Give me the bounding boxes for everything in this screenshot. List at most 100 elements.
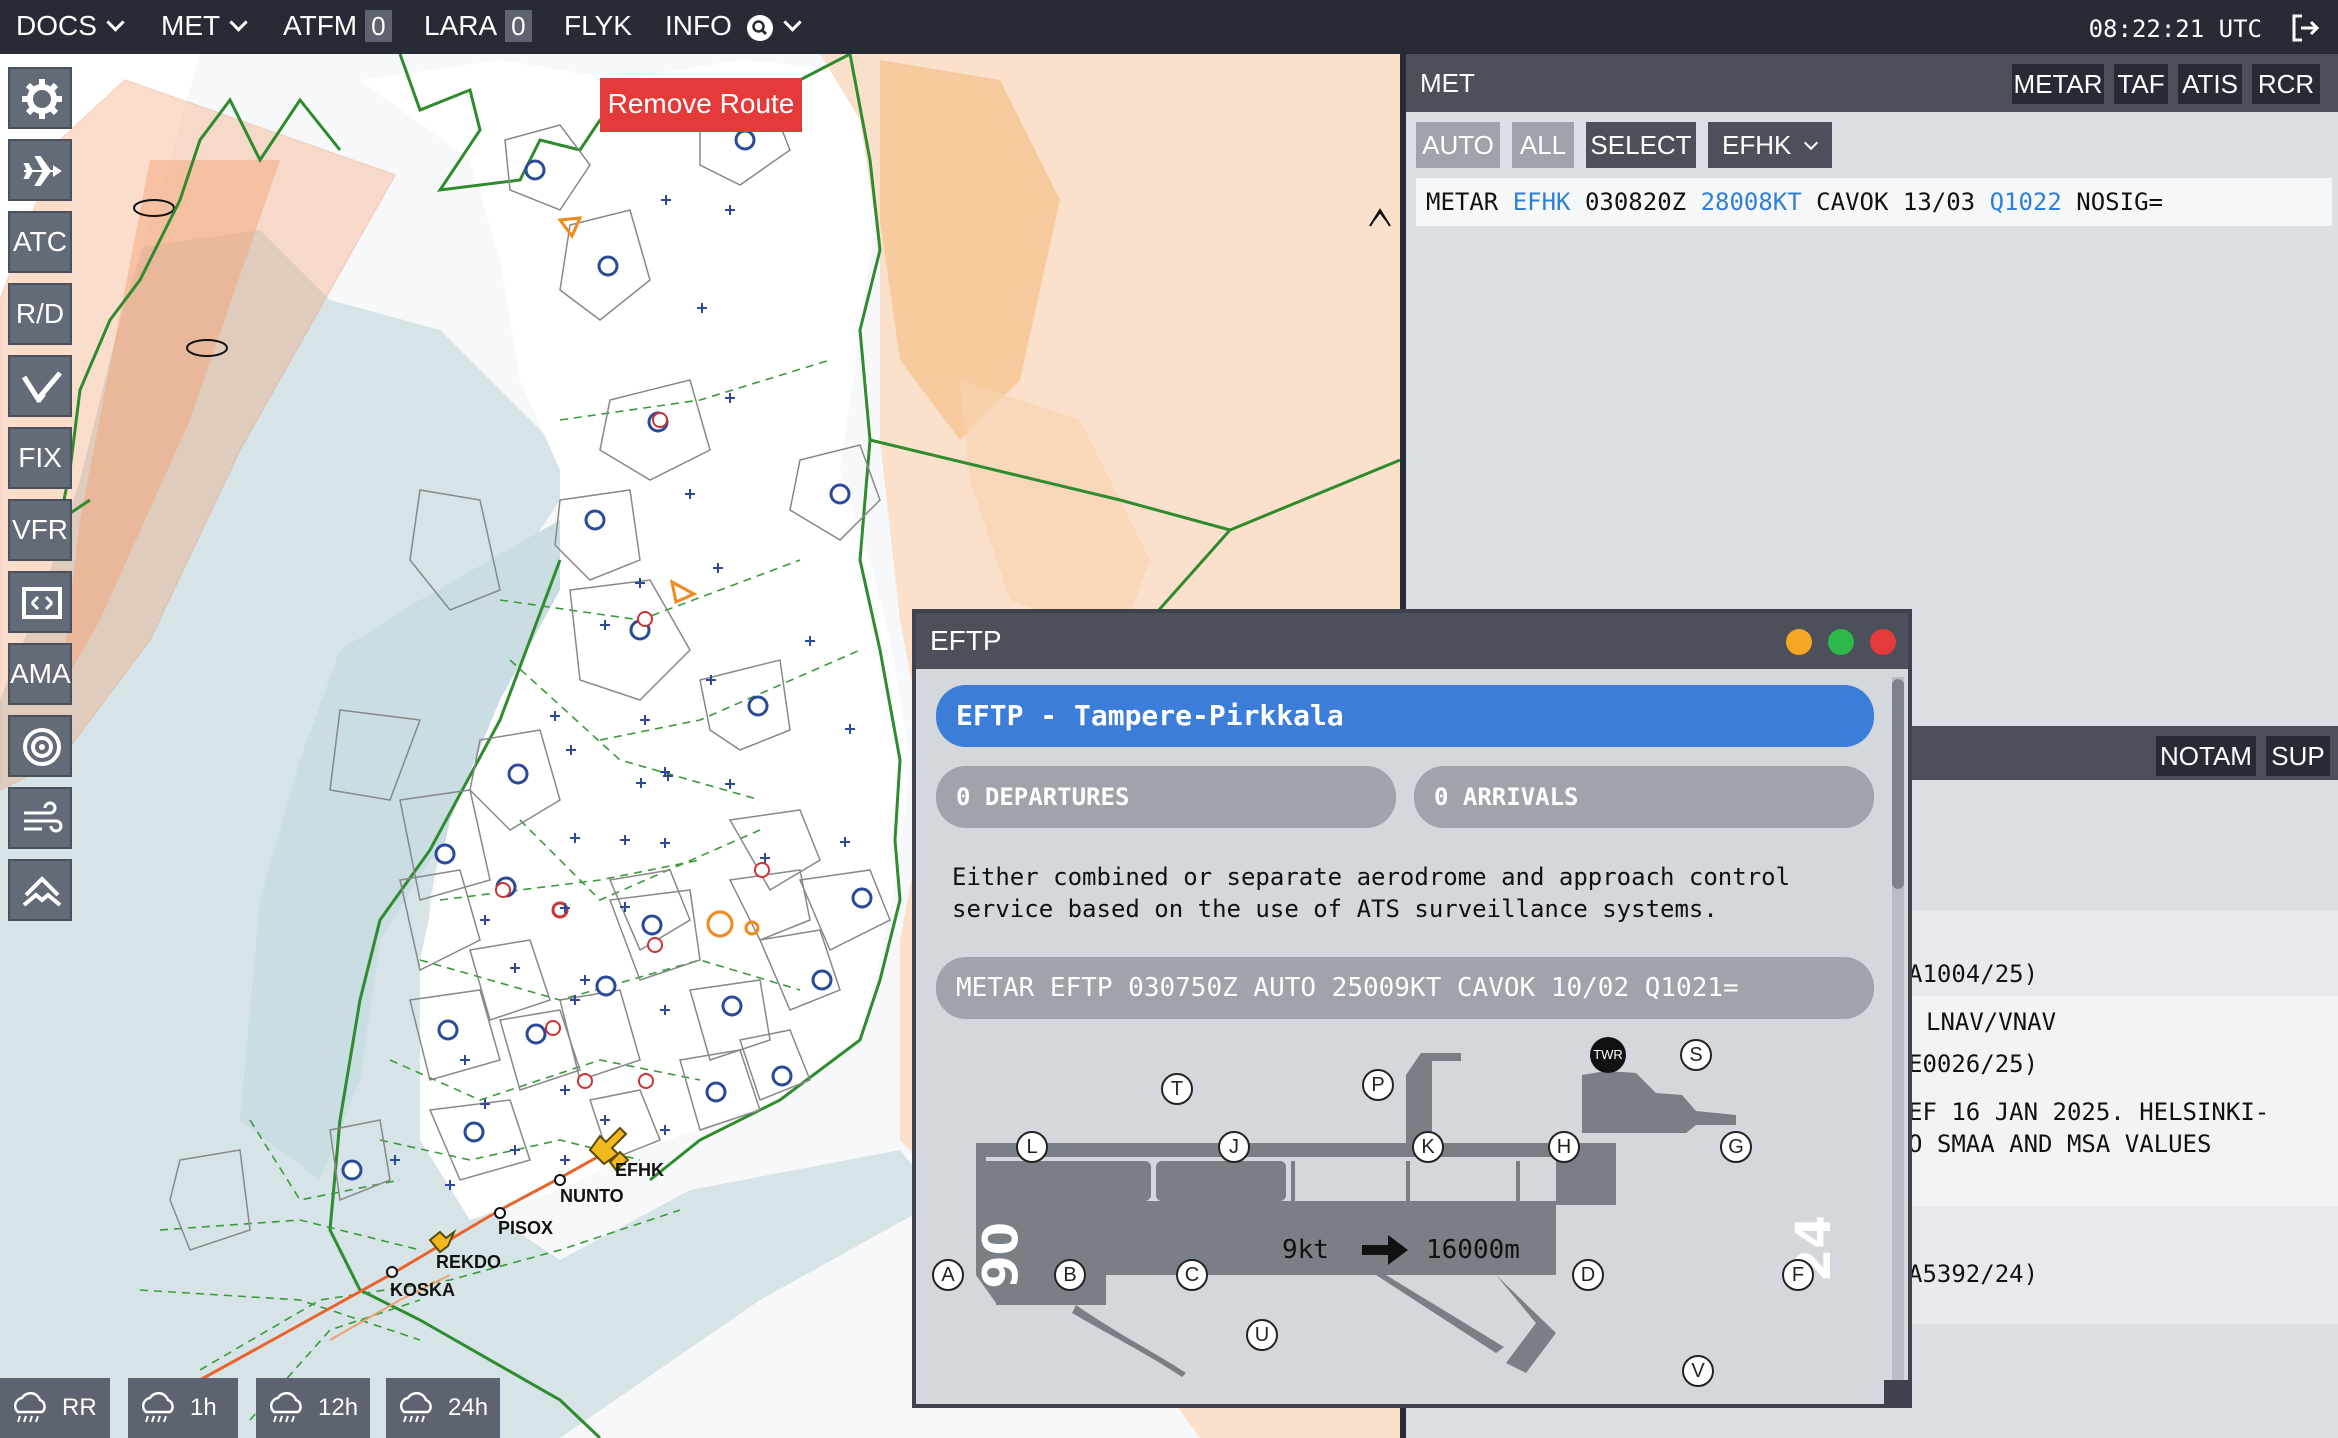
station-select[interactable]: EFHK xyxy=(1708,122,1832,168)
arrivals-button[interactable]: 0 ARRIVALS xyxy=(1414,766,1874,828)
taxiway-label: C xyxy=(1176,1259,1208,1291)
notam-ref: A1004/25) xyxy=(1908,960,2039,988)
metar-qnh: Q1022 xyxy=(1989,188,2062,216)
taxiway-label: F xyxy=(1782,1259,1814,1291)
chevron-down-icon xyxy=(1803,135,1819,151)
lara-count-badge: 0 xyxy=(505,10,532,42)
maximize-icon[interactable] xyxy=(1828,629,1854,655)
chevron-down-icon xyxy=(782,13,802,32)
tool-settings[interactable] xyxy=(8,67,72,129)
tab-taf[interactable]: TAF xyxy=(2114,64,2168,104)
popup-resize-handle[interactable] xyxy=(1884,1380,1908,1404)
popup-scrollbar-thumb[interactable] xyxy=(1892,679,1904,889)
tab-sup[interactable]: SUP xyxy=(2266,736,2330,776)
tab-metar[interactable]: METAR xyxy=(2012,64,2104,104)
notam-text: EF 16 JAN 2025. HELSINKI- xyxy=(1908,1098,2270,1126)
taxiway-label: H xyxy=(1548,1131,1580,1163)
taxiway-label: V xyxy=(1682,1355,1714,1387)
taxiway-label: L xyxy=(1016,1131,1048,1163)
tab-atis[interactable]: ATIS xyxy=(2178,64,2242,104)
filter-all-button[interactable]: ALL xyxy=(1512,122,1574,168)
metar-prefix: METAR xyxy=(1426,188,1499,216)
metar-wind: 28008KT xyxy=(1700,188,1802,216)
tool-glide-path[interactable] xyxy=(8,355,72,417)
metar-station[interactable]: EFHK xyxy=(1513,188,1571,216)
tool-vfr-label: VFR xyxy=(12,514,68,545)
tool-frame[interactable] xyxy=(8,571,72,633)
tool-terrain[interactable] xyxy=(8,859,72,921)
station-select-value: EFHK xyxy=(1722,130,1792,160)
frame-icon xyxy=(22,587,62,619)
weather-1h-button[interactable]: 1h xyxy=(128,1378,238,1438)
weather-24h-button[interactable]: 24h xyxy=(386,1378,500,1438)
close-icon[interactable] xyxy=(1870,629,1896,655)
utc-clock: 08:22:21 UTC xyxy=(2088,15,2262,43)
menu-info[interactable]: INFO xyxy=(665,0,802,54)
filter-auto-button[interactable]: AUTO xyxy=(1416,122,1500,168)
glide-path-icon xyxy=(21,371,62,404)
cloud-rain-icon xyxy=(269,1392,302,1423)
tool-atc-label: ATC xyxy=(13,226,67,257)
weather-12h-label: 12h xyxy=(318,1394,359,1421)
gear-icon xyxy=(22,79,62,119)
tool-radar[interactable] xyxy=(8,715,72,777)
menu-met[interactable]: MET xyxy=(161,0,248,54)
menu-atfm[interactable]: ATFM 0 xyxy=(283,0,392,54)
menu-lara-label: LARA xyxy=(424,10,498,41)
aerodrome-description: Either combined or separate aerodrome an… xyxy=(952,863,1791,923)
logout-icon[interactable] xyxy=(2290,13,2320,43)
waypoint-label-koska: KOSKA xyxy=(390,1280,456,1300)
taxiway-label: S xyxy=(1680,1039,1712,1071)
weather-rr-button[interactable]: RR xyxy=(0,1378,110,1438)
popup-titlebar[interactable]: EFTP xyxy=(916,613,1908,669)
tool-fix[interactable]: FIX xyxy=(8,427,72,489)
minimize-icon[interactable] xyxy=(1786,629,1812,655)
metar-time: 030820Z xyxy=(1584,188,1687,216)
atfm-count-badge: 0 xyxy=(365,10,392,42)
wind-icon xyxy=(24,801,63,833)
waypoint-label-pisox: PISOX xyxy=(498,1218,554,1238)
aerodrome-metar: METAR EFTP 030750Z AUTO 25009KT CAVOK 10… xyxy=(936,957,1874,1019)
taxiway-label: G xyxy=(1720,1131,1752,1163)
metar-trend: NOSIG= xyxy=(2076,188,2163,216)
tool-wind[interactable] xyxy=(8,787,72,849)
runway-visibility: 16000m xyxy=(1426,1235,1520,1265)
taxiway-label: A xyxy=(932,1259,964,1291)
tab-rcr[interactable]: RCR xyxy=(2252,64,2320,104)
runway-diagram xyxy=(976,1053,1736,1377)
metar-report: METAR EFHK 030820Z 28008KT CAVOK 13/03 Q… xyxy=(1416,178,2332,226)
metar-conditions: CAVOK 13/03 xyxy=(1816,188,1976,216)
runway-wind: 9kt xyxy=(1282,1235,1329,1265)
menu-docs[interactable]: DOCS xyxy=(16,0,125,54)
taxiway-label: B xyxy=(1054,1259,1086,1291)
menu-flyk-label: FLYK xyxy=(564,10,632,41)
weather-24h-label: 24h xyxy=(448,1394,489,1421)
menu-flyk[interactable]: FLYK xyxy=(564,0,632,54)
weather-12h-button[interactable]: 12h xyxy=(256,1378,370,1438)
menu-info-label: INFO xyxy=(665,10,732,41)
remove-route-button[interactable]: Remove Route xyxy=(600,78,802,132)
aerodrome-popup[interactable]: EFTP EFTP - Tampere-Pirkkala 0 DEPARTURE… xyxy=(912,609,1912,1408)
weather-1h-label: 1h xyxy=(190,1394,217,1421)
cloud-rain-icon xyxy=(13,1392,46,1423)
top-menu-bar: DOCS MET ATFM 0 LARA 0 FLYK INFO 08:22:21 … xyxy=(0,0,2338,54)
departures-button[interactable]: 0 DEPARTURES xyxy=(936,766,1396,828)
filter-select-button[interactable]: SELECT xyxy=(1586,122,1696,168)
taxiway-label: J xyxy=(1218,1131,1250,1163)
tool-atc[interactable]: ATC xyxy=(8,211,72,273)
menu-lara[interactable]: LARA 0 xyxy=(424,0,532,54)
cloud-rain-icon xyxy=(141,1392,174,1423)
waypoint-label-nunto: NUNTO xyxy=(560,1186,624,1206)
taxiway-label: U xyxy=(1246,1319,1278,1351)
tool-vfr[interactable]: VFR xyxy=(8,499,72,561)
chevron-down-icon xyxy=(106,13,125,32)
tool-rd[interactable]: R/D xyxy=(8,283,72,345)
popup-title: EFTP xyxy=(930,625,1002,656)
tab-notam[interactable]: NOTAM xyxy=(2156,736,2256,776)
taxiway-label: P xyxy=(1362,1069,1394,1101)
tool-ama[interactable]: AMA xyxy=(8,643,72,705)
aerodrome-header[interactable]: EFTP - Tampere-Pirkkala xyxy=(936,685,1874,747)
tool-flights[interactable] xyxy=(8,139,72,201)
airplane-icon xyxy=(23,156,62,186)
weather-rr-label: RR xyxy=(62,1394,97,1421)
